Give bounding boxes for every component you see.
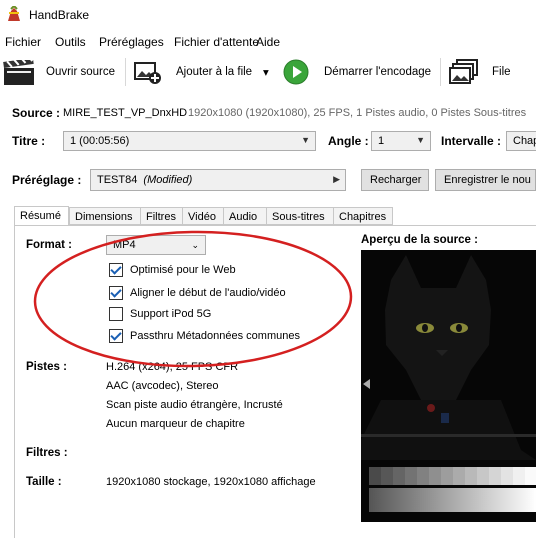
- angle-label: Angle :: [328, 134, 369, 148]
- toolbar: Ouvrir source Ajouter à la file ▾ Démarr…: [0, 54, 536, 92]
- range-select-value: Chap: [513, 135, 536, 147]
- range-label: Intervalle :: [441, 134, 502, 148]
- chevron-down-icon[interactable]: ▾: [263, 65, 269, 79]
- source-details: 1920x1080 (1920x1080), 25 FPS, 1 Pistes …: [188, 107, 527, 119]
- title-select-value: 1 (00:05:56): [70, 135, 130, 147]
- source-preview-image: [361, 250, 536, 522]
- angle-select-value: 1: [378, 135, 385, 147]
- add-image-icon: [134, 62, 161, 84]
- window-title: HandBrake: [29, 8, 90, 22]
- clapperboard-icon: [3, 60, 34, 85]
- preview-label: Aperçu de la source :: [361, 234, 478, 246]
- menu-aide[interactable]: Aide: [256, 35, 280, 49]
- source-row: Source : MIRE_TEST_VP_DnxHD 1920x1080 (1…: [0, 103, 536, 123]
- preset-label: Préréglage :: [12, 173, 82, 187]
- chevron-down-icon: ▼: [301, 135, 310, 145]
- menu-fichier[interactable]: Fichier: [5, 35, 41, 49]
- handbrake-logo-icon: [8, 6, 20, 21]
- queue-button[interactable]: File: [446, 54, 536, 90]
- size-label: Taille :: [26, 476, 62, 488]
- preset-select-value: TEST84: [97, 174, 138, 186]
- size-value: 1920x1080 stockage, 1920x1080 affichage: [106, 476, 316, 488]
- filters-label: Filtres :: [26, 447, 68, 459]
- title-bar: HandBrake: [0, 0, 536, 30]
- start-encode-button[interactable]: Démarrer l'encodage: [281, 54, 435, 90]
- angle-select[interactable]: 1 ▼: [371, 131, 431, 151]
- queue-icon: [449, 59, 478, 84]
- menu-prereglages[interactable]: Préréglages: [99, 35, 164, 49]
- source-name: MIRE_TEST_VP_DnxHD: [63, 107, 188, 119]
- preset-select[interactable]: TEST84 (Modified) ▶: [90, 169, 346, 191]
- audio-track-info: AAC (avcodec), Stereo: [106, 380, 219, 392]
- save-preset-button[interactable]: Enregistrer le nou: [435, 169, 536, 191]
- cat-preview-picture: [361, 250, 536, 522]
- title-label: Titre :: [12, 134, 46, 148]
- subtitle-scan-info: Scan piste audio étrangère, Incrusté: [106, 399, 283, 411]
- source-label: Source :: [12, 106, 61, 120]
- grayscale-steps: [369, 467, 536, 485]
- play-icon: [283, 59, 309, 85]
- add-to-queue-button[interactable]: Ajouter à la file ▾: [130, 54, 276, 90]
- preset-modified: (Modified): [143, 174, 193, 186]
- range-select[interactable]: Chap: [506, 131, 536, 151]
- menu-bar: Fichier Outils Préréglages Fichier d'att…: [0, 32, 536, 52]
- title-select[interactable]: 1 (00:05:56) ▼: [63, 131, 316, 151]
- chevron-right-icon: ▶: [333, 174, 340, 184]
- menu-fichier-attente[interactable]: Fichier d'attente: [174, 35, 259, 49]
- menu-outils[interactable]: Outils: [55, 35, 86, 49]
- start-encode-label: Démarrer l'encodage: [324, 66, 432, 78]
- add-to-queue-label: Ajouter à la file: [176, 66, 253, 78]
- open-source-label: Ouvrir source: [46, 66, 116, 78]
- annotation-ellipse: [33, 230, 353, 368]
- open-source-button[interactable]: Ouvrir source: [0, 54, 122, 90]
- reload-button[interactable]: Recharger: [361, 169, 429, 191]
- chapter-marker-info: Aucun marqueur de chapitre: [106, 418, 245, 430]
- queue-label: File: [492, 66, 511, 78]
- chevron-down-icon: ▼: [416, 135, 425, 145]
